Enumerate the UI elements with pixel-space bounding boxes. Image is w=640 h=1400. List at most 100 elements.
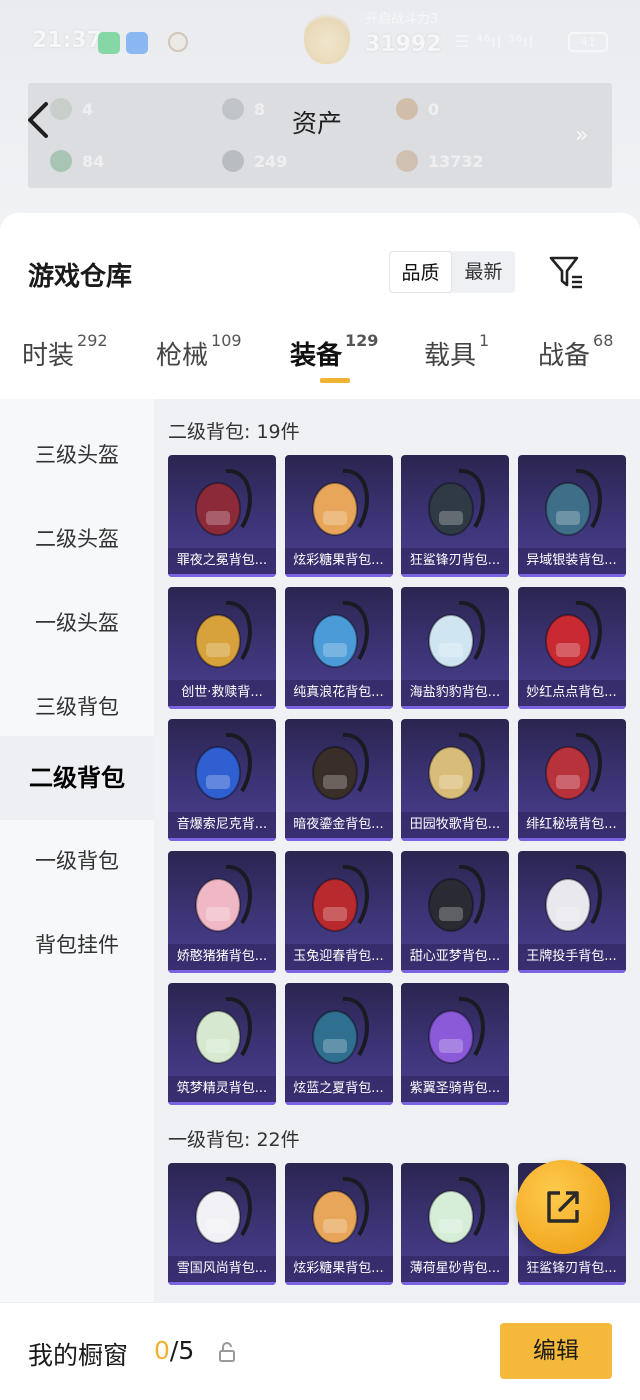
backpack-item-card[interactable]: 炫彩糖果背包... xyxy=(284,455,393,577)
backpack-item-card[interactable]: 纯真浪花背包... xyxy=(284,587,393,709)
battery-indicator: 41 xyxy=(568,32,608,52)
backpack-icon xyxy=(311,468,369,536)
asset-value: 8 xyxy=(254,99,266,119)
backpack-icon xyxy=(195,468,252,536)
tab-equipment[interactable]: 装备129 xyxy=(290,331,378,372)
side-item-level1-helmet[interactable]: 一级头盔 xyxy=(0,581,154,665)
double-chevron-right-icon[interactable]: » xyxy=(575,123,588,148)
backpack-item-card[interactable]: 海盐豹豹背包... xyxy=(401,587,509,709)
tab-count: 109 xyxy=(211,331,242,350)
backpack-item-card[interactable]: 甜心亚梦背包... xyxy=(401,851,509,973)
section-title: 一级背包: 22件 xyxy=(168,1129,300,1151)
tab-vehicles[interactable]: 载具1 xyxy=(424,331,489,372)
backpack-item-card[interactable]: 狂鲨锋刃背包... xyxy=(401,455,509,577)
backpack-item-card[interactable]: 绯红秘境背包... xyxy=(517,719,626,841)
gem-icon xyxy=(50,98,72,120)
backpack-item-card[interactable]: 创世·救赎背... xyxy=(168,587,276,709)
backpack-item-card[interactable]: 异域银装背包... xyxy=(517,455,626,577)
status-bar: 21:37 开启战斗力3 31992 ☰ ⁴⁶ıl ⁵⁶ıl 41 xyxy=(0,10,640,68)
section-title: 二级背包: 19件 xyxy=(168,421,300,443)
rank-badge-icon xyxy=(168,32,188,52)
share-button[interactable] xyxy=(516,1160,610,1254)
gold-coin-icon xyxy=(396,150,418,172)
status-center-text: 开启战斗力3 xyxy=(365,12,439,27)
item-name: 狂鲨锋刃背包... xyxy=(401,548,509,574)
lock-icon xyxy=(219,1342,235,1362)
asset-item: 8 xyxy=(222,98,265,120)
item-name: 音爆索尼克背... xyxy=(168,812,276,838)
tab-fashion[interactable]: 时装292 xyxy=(22,331,108,372)
backpack-icon xyxy=(544,864,602,932)
side-item-level2-backpack[interactable]: 二级背包 xyxy=(0,736,154,820)
backpack-item-card[interactable]: 暗夜鎏金背包... xyxy=(284,719,393,841)
item-name: 紫翼圣骑背包... xyxy=(401,1076,509,1102)
tab-supplies[interactable]: 战备68 xyxy=(538,331,613,372)
backpack-item-card[interactable]: 罪夜之冕背包... xyxy=(168,455,276,577)
item-name: 暗夜鎏金背包... xyxy=(284,812,393,838)
signal-icons: ☰ ⁴⁶ıl ⁵⁶ıl xyxy=(455,32,534,51)
tab-label: 枪械 xyxy=(156,341,209,371)
side-nav: 三级头盔 二级头盔 一级头盔 三级背包 二级背包 一级背包 背包挂件 xyxy=(0,399,154,1400)
backpack-item-card[interactable]: 音爆索尼克背... xyxy=(168,719,276,841)
asset-value: 84 xyxy=(82,151,105,171)
asset-item: 4 xyxy=(50,98,93,120)
asset-value: 13732 xyxy=(428,151,484,171)
active-tab-indicator xyxy=(320,378,350,383)
backpack-item-card[interactable]: 紫翼圣骑背包... xyxy=(401,983,509,1105)
backpack-item-card[interactable]: 娇憨猪猪背包... xyxy=(168,851,276,973)
item-name: 创世·救赎背... xyxy=(168,680,276,706)
item-name: 海盐豹豹背包... xyxy=(401,680,509,706)
showcase-count: 0/5 xyxy=(154,1336,194,1365)
backpack-item-card[interactable]: 玉兔迎春背包... xyxy=(284,851,393,973)
item-name: 异域银装背包... xyxy=(517,548,626,574)
item-name: 炫彩糖果背包... xyxy=(284,1256,393,1282)
item-name: 妙红点点背包... xyxy=(517,680,626,706)
wechat-icon xyxy=(98,32,120,54)
backpack-item-card[interactable]: 王牌投手背包... xyxy=(517,851,626,973)
filter-button[interactable] xyxy=(548,253,584,291)
side-item-level3-helmet[interactable]: 三级头盔 xyxy=(0,413,154,497)
backpack-item-card[interactable]: 妙红点点背包... xyxy=(517,587,626,709)
backpack-item-card[interactable]: 筑梦精灵背包... xyxy=(168,983,276,1105)
backpack-icon xyxy=(544,600,602,668)
page-title: 游戏仓库 xyxy=(28,262,133,292)
backpack-icon xyxy=(195,996,252,1064)
edit-button[interactable]: 编辑 xyxy=(500,1323,612,1379)
item-name: 娇憨猪猪背包... xyxy=(168,944,276,970)
backpack-item-card[interactable]: 炫彩糖果背包... xyxy=(284,1163,393,1285)
item-name: 甜心亚梦背包... xyxy=(401,944,509,970)
tab-label: 装备 xyxy=(290,341,343,371)
showcase-bar: 我的橱窗 0/5 编辑 xyxy=(0,1302,640,1400)
side-item-backpack-pendant[interactable]: 背包挂件 xyxy=(0,903,154,987)
backpack-item-card[interactable]: 田园牧歌背包... xyxy=(401,719,509,841)
backpack-icon xyxy=(195,864,252,932)
item-name: 田园牧歌背包... xyxy=(401,812,509,838)
showcase-label: 我的橱窗 xyxy=(28,1341,129,1370)
item-name: 罪夜之冕背包... xyxy=(168,548,276,574)
asset-item: 84 xyxy=(50,150,104,172)
side-item-level2-helmet[interactable]: 二级头盔 xyxy=(0,497,154,581)
assets-title: 资产 xyxy=(292,109,343,138)
category-tabs: 时装292 枪械109 装备129 载具1 战备68 xyxy=(0,313,640,399)
message-icon xyxy=(126,32,148,54)
asset-value: 249 xyxy=(254,151,288,171)
backpack-icon xyxy=(428,1176,485,1244)
backpack-item-card[interactable]: 薄荷星砂背包... xyxy=(401,1163,509,1285)
item-name: 炫彩糖果背包... xyxy=(284,548,393,574)
backpack-icon xyxy=(311,600,369,668)
tab-weapons[interactable]: 枪械109 xyxy=(156,331,242,372)
tab-label: 载具 xyxy=(424,341,477,371)
backpack-icon xyxy=(195,1176,252,1244)
backpack-icon xyxy=(544,468,602,536)
side-item-level1-backpack[interactable]: 一级背包 xyxy=(0,819,154,903)
backpack-item-card[interactable]: 炫蓝之夏背包... xyxy=(284,983,393,1105)
item-name: 王牌投手背包... xyxy=(517,944,626,970)
showcase-total: /5 xyxy=(169,1336,195,1365)
tab-label: 战备 xyxy=(538,341,591,371)
backpack-icon xyxy=(428,468,485,536)
sort-option-quality[interactable]: 品质 xyxy=(389,251,452,293)
green-gem-icon xyxy=(50,150,72,172)
sort-option-newest[interactable]: 最新 xyxy=(452,251,515,293)
sort-toggle: 品质 最新 xyxy=(389,251,515,293)
backpack-item-card[interactable]: 雪国风尚背包... xyxy=(168,1163,276,1285)
